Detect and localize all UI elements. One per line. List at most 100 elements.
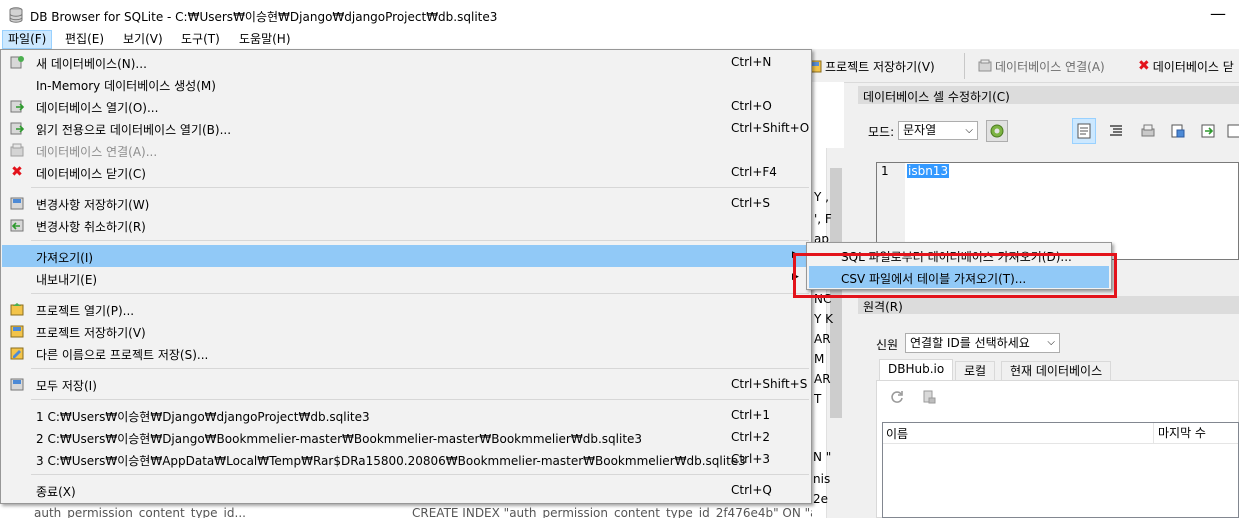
mode-select[interactable]: 문자열 ⌵	[898, 121, 978, 140]
menu-separator	[31, 368, 809, 369]
close-db-label: 데이터베이스 닫	[1152, 59, 1234, 74]
save-project-label: 프로젝트 저장하기(V)	[825, 59, 935, 74]
open-db-icon	[10, 100, 25, 113]
revert-changes-icon	[10, 219, 24, 232]
highlight-annotation-box	[793, 253, 1117, 298]
menu-item-close-database[interactable]: ✖ 데이터베이스 닫기(C) Ctrl+F4	[2, 161, 810, 183]
document-icon	[1077, 123, 1091, 139]
menu-item-open-project[interactable]: 프로젝트 열기(P)...	[2, 298, 810, 320]
attach-db-icon	[978, 59, 992, 72]
menu-item-export[interactable]: 내보내기(E) ▶	[2, 267, 810, 289]
bg-text: 2e	[813, 492, 829, 506]
refresh-icon[interactable]	[889, 389, 905, 405]
open-project-icon	[10, 303, 24, 316]
menu-item-save-project-as[interactable]: 다른 이름으로 프로젝트 저장(S)...	[2, 342, 810, 364]
remote-database-list[interactable]: 이름 마지막 수	[882, 422, 1239, 518]
bg-text: AR	[814, 372, 831, 386]
save-all-icon	[10, 378, 24, 391]
import-icon	[1201, 124, 1215, 138]
set-null-button[interactable]	[1222, 118, 1239, 144]
menu-help[interactable]: 도움말(H)	[234, 31, 296, 48]
import-cell-button[interactable]	[1136, 118, 1160, 144]
indent-icon	[1110, 125, 1122, 136]
menu-item-exit[interactable]: 종료(X) Ctrl+Q	[2, 479, 810, 501]
open-readonly-icon	[10, 122, 25, 135]
attach-db-icon	[10, 143, 24, 157]
menu-item-open-database[interactable]: 데이터베이스 열기(O)... Ctrl+O	[2, 95, 810, 117]
attach-db-label: 데이터베이스 연결(A)	[995, 59, 1105, 74]
bg-text: ', F	[814, 212, 832, 226]
menu-tools[interactable]: 도구(T)	[176, 31, 225, 48]
close-db-toolbar-button[interactable]: ✖ 데이터베이스 닫	[1138, 57, 1234, 75]
save-project-icon	[10, 325, 24, 338]
export-cell-button[interactable]	[1166, 118, 1190, 144]
text-indent-button[interactable]	[1104, 118, 1128, 144]
main-toolbar: 프로젝트 저장하기(V) 데이터베이스 연결(A) ✖ 데이터베이스 닫	[808, 49, 1239, 83]
save-project-toolbar-button[interactable]: 프로젝트 저장하기(V)	[808, 57, 935, 75]
menu-item-in-memory-db[interactable]: In-Memory 데이터베이스 생성(M)	[2, 73, 810, 95]
menu-separator	[31, 293, 809, 294]
menu-view[interactable]: 보기(V)	[118, 31, 168, 48]
tree-item-name: auth_permission_content_type_id...	[34, 506, 246, 518]
identity-value: 연결할 ID를 선택하세요	[910, 336, 1030, 350]
menu-bar: 파일(F) 편집(E) 보기(V) 도구(T) 도움말(H)	[0, 30, 1239, 49]
menu-file[interactable]: 파일(F)	[2, 30, 53, 49]
tab-local[interactable]: 로컬	[955, 361, 996, 381]
menu-item-recent-2[interactable]: 2 C:₩Users₩이승현₩Django₩Bookmmelier-master…	[2, 426, 810, 448]
chevron-down-icon: ⌵	[1047, 337, 1055, 348]
printer-icon	[1141, 124, 1155, 137]
minimize-button[interactable]: —	[1210, 4, 1226, 23]
file-menu-dropdown: 새 데이터베이스(N)... Ctrl+N In-Memory 데이터베이스 생…	[0, 49, 812, 504]
menu-separator	[31, 474, 809, 475]
menu-separator	[31, 240, 809, 241]
bg-text: AR	[814, 332, 831, 346]
auto-format-button[interactable]	[986, 120, 1008, 142]
close-x-icon: ✖	[1138, 58, 1150, 74]
column-header-last-modified[interactable]: 마지막 수	[1153, 423, 1206, 443]
menu-item-recent-1[interactable]: 1 C:₩Users₩이승현₩Django₩djangoProject₩db.s…	[2, 404, 810, 426]
title-bar: DB Browser for SQLite - C:₩Users₩이승현₩Dja…	[0, 0, 1239, 30]
word-wrap-button[interactable]	[1072, 118, 1096, 144]
bg-text: nis	[813, 472, 831, 486]
tab-dbhub[interactable]: DBHub.io	[879, 359, 954, 381]
save-changes-icon	[10, 197, 24, 210]
cell-content-selected[interactable]: isbn13	[907, 164, 950, 178]
identity-select[interactable]: 연결할 ID를 선택하세요 ⌵	[905, 333, 1060, 353]
document-icon	[1227, 124, 1239, 138]
bg-text: T	[814, 392, 822, 406]
new-db-icon	[10, 56, 24, 69]
bg-text: N "	[813, 450, 832, 464]
menu-item-save-project[interactable]: 프로젝트 저장하기(V)	[2, 320, 810, 342]
menu-item-open-readonly[interactable]: 읽기 전용으로 데이터베이스 열기(B)... Ctrl+Shift+O	[2, 117, 810, 139]
attach-db-toolbar-button[interactable]: 데이터베이스 연결(A)	[978, 57, 1105, 75]
schema-tree-row: auth_permission_content_type_id... CREAT…	[0, 504, 812, 518]
mode-value: 문자열	[903, 123, 937, 137]
save-project-as-icon	[10, 347, 24, 360]
window-title: DB Browser for SQLite - C:₩Users₩이승현₩Dja…	[30, 10, 498, 24]
menu-item-attach-database: 데이터베이스 연결(A)...	[2, 139, 810, 161]
menu-separator	[31, 399, 809, 400]
menu-item-save-all[interactable]: 모두 저장(I) Ctrl+Shift+S	[2, 373, 810, 395]
bg-text: Y ,	[814, 190, 829, 204]
menu-separator	[31, 187, 809, 188]
menu-item-write-changes[interactable]: 변경사항 저장하기(W) Ctrl+S	[2, 192, 810, 214]
remote-panel-header: 원격(R)	[858, 296, 1239, 314]
line-number: 1	[881, 164, 889, 178]
menu-item-recent-3[interactable]: 3 C:₩Users₩이승현₩AppData₩Local₩Temp₩Rar$DR…	[2, 448, 810, 470]
export-icon	[1171, 124, 1185, 138]
import-file-button[interactable]	[1196, 118, 1220, 144]
menu-edit[interactable]: 편집(E)	[60, 31, 109, 48]
remote-title: 원격(R)	[863, 300, 903, 314]
tree-item-schema: CREATE INDEX "auth_permission_content_ty…	[412, 506, 812, 518]
database-app-icon	[9, 7, 23, 23]
menu-item-new-database[interactable]: 새 데이터베이스(N)... Ctrl+N	[2, 51, 810, 73]
tab-current-database[interactable]: 현재 데이터베이스	[1001, 361, 1112, 381]
mode-label: 모드:	[868, 125, 895, 139]
menu-item-import[interactable]: 가져오기(I) ▶	[2, 245, 810, 267]
column-header-name[interactable]: 이름	[886, 425, 908, 442]
clone-db-icon[interactable]	[921, 389, 937, 405]
close-db-icon: ✖	[11, 164, 23, 180]
menu-item-revert-changes[interactable]: 변경사항 취소하기(R)	[2, 214, 810, 236]
bg-text: Y K	[814, 312, 834, 326]
chevron-down-icon: ⌵	[965, 125, 973, 136]
